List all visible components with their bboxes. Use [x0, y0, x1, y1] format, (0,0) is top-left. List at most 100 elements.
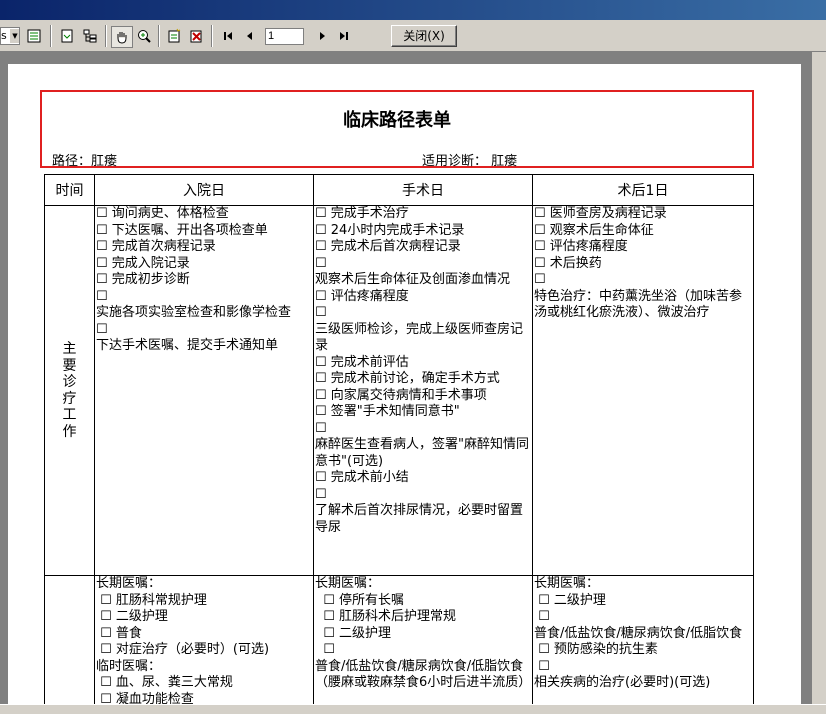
- magnifier-icon: [138, 30, 151, 43]
- checklist-item: ☐ 完成手术治疗: [315, 206, 409, 221]
- checklist-item: ☐: [315, 420, 327, 436]
- report-page: 临床路径表单 路径：肛瘘 适用诊断： 肛瘘 时间 入院日 手术日 术后1日 主要…: [8, 64, 801, 704]
- last-page-icon: [340, 32, 348, 40]
- checklist-item: ☐ 停所有长嘱: [315, 592, 405, 608]
- checklist-item: 普食/低盐饮食/糖尿病饮食/低脂饮食（腰麻或鞍麻禁食6小时后进半流质）: [315, 658, 532, 691]
- checklist-item: ☐ 肛肠科常规护理: [96, 592, 207, 608]
- page-setup-button[interactable]: [24, 26, 44, 46]
- checklist-item: ☐: [534, 609, 550, 624]
- list-icon: [27, 29, 41, 43]
- last-page-button[interactable]: [334, 26, 354, 46]
- table-row: 主要诊疗工作 ☐ 询问病史、体格检查 ☐ 下达医嘱、开出各项检查单 ☐ 完成首次病程…: [44, 205, 754, 576]
- checklist-item: 实施各项实验室检查和影像学检查: [96, 305, 292, 320]
- checklist-item: ☐: [534, 658, 550, 674]
- first-page-button[interactable]: [218, 26, 238, 46]
- checklist-item: ☐: [315, 486, 327, 502]
- checklist-item: ☐ 完成首次病程记录: [96, 239, 216, 254]
- table-row: 长期医嘱： ☐ 肛肠科常规护理 ☐ 二级护理 ☐ 普食 ☐ 对症治疗（必要时）(…: [44, 575, 754, 705]
- toolbar-separator: [50, 25, 52, 47]
- checklist-item: ☐ 对症治疗（必要时）(可选): [96, 642, 270, 657]
- checklist-item: ☐ 完成术前小结: [315, 470, 409, 485]
- vertical-scrollbar[interactable]: [812, 52, 826, 704]
- next-page-button[interactable]: [312, 26, 332, 46]
- checklist-item: 特色治疗：中药薰洗坐浴（加味苦参汤或桃红化瘀洗液）、微波治疗: [534, 288, 743, 321]
- checklist-item: 三级医师检诊，完成上级医师查房记录: [315, 321, 524, 354]
- checklist-item: ☐ 预防感染的抗生素: [534, 642, 658, 657]
- toolbar-separator: [211, 25, 213, 47]
- delete-icon: [190, 30, 202, 43]
- page-title: 临床路径表单: [343, 110, 451, 131]
- checklist-item: ☐ 凝血功能检查: [96, 691, 194, 705]
- checklist-item: 下达手术医嘱、提交手术通知单: [96, 338, 279, 353]
- previous-page-button[interactable]: [240, 26, 260, 46]
- header-surgery-day: 手术日: [313, 174, 533, 206]
- close-button[interactable]: 关闭(X): [391, 25, 457, 47]
- checklist-item: ☐ 肛肠科术后护理常规: [315, 609, 457, 624]
- checklist-item: ☐ 二级护理: [96, 609, 168, 624]
- checklist-item: ☐ 普食: [96, 625, 142, 641]
- zoom-combo[interactable]: s ▼: [0, 27, 20, 45]
- checklist-item: ☐: [315, 305, 327, 320]
- checklist-item: ☐ 向家属交待病情和手术事项: [315, 387, 487, 403]
- checklist-item: ☐ 24小时内完成手术记录: [315, 222, 465, 238]
- checklist-item: ☐ 完成术后首次病程记录: [315, 239, 461, 254]
- checklist-item: ☐: [315, 642, 335, 657]
- checklist-item: 观察术后生命体征及创面渗血情况: [315, 272, 511, 287]
- checklist-item: ☐ 询问病史、体格检查: [96, 206, 229, 221]
- checklist-item: ☐ 完成术前评估: [315, 354, 409, 370]
- first-page-icon: [224, 32, 232, 40]
- cell-postop-orders: 长期医嘱： ☐ 二级护理 ☐ 普食/低盐饮食/糖尿病饮食/低脂饮食 ☐ 预防感染的…: [532, 575, 754, 704]
- group-tree-button[interactable]: [80, 26, 100, 46]
- report-viewer: 临床路径表单 路径：肛瘘 适用诊断： 肛瘘 时间 入院日 手术日 术后1日 主要…: [0, 52, 812, 704]
- checklist-item: 普食/低盐饮食/糖尿病饮食/低脂饮食: [534, 625, 743, 641]
- zoom-button[interactable]: [134, 26, 154, 46]
- checklist-item: ☐: [315, 255, 327, 271]
- checklist-item: 长期医嘱：: [315, 576, 381, 591]
- cell-admission-treatment: ☐ 询问病史、体格检查 ☐ 下达医嘱、开出各项检查单 ☐ 完成首次病程记录 ☐ 完成入…: [94, 205, 314, 576]
- zoom-combo-value: s: [1, 29, 7, 42]
- new-document-icon: [168, 28, 181, 43]
- checklist-item: ☐: [96, 321, 108, 337]
- path-label: 路径：肛瘘: [52, 154, 118, 169]
- checklist-item: ☐ 评估疼痛程度: [534, 239, 628, 254]
- checklist-item: ☐ 二级护理: [534, 592, 606, 608]
- row-header-orders: [44, 575, 95, 704]
- chevron-down-icon[interactable]: ▼: [9, 29, 19, 43]
- toolbar-separator: [105, 25, 107, 47]
- checklist-item: 麻醉医生查看病人，签署"麻醉知情同意书"(可选): [315, 437, 529, 469]
- checklist-item: 临时医嘱：: [96, 658, 162, 674]
- new-report-button[interactable]: [164, 26, 184, 46]
- cell-surgery-treatment: ☐ 完成手术治疗 ☐ 24小时内完成手术记录 ☐ 完成术后首次病程记录 ☐ 观察术后生命…: [313, 205, 533, 576]
- checklist-item: 长期医嘱：: [96, 576, 162, 591]
- checklist-item: 长期医嘱：: [534, 576, 600, 591]
- checklist-item: ☐ 二级护理: [315, 625, 392, 641]
- header-admission-day: 入院日: [94, 174, 314, 206]
- checklist-item: ☐ 观察术后生命体征: [534, 222, 654, 238]
- cell-surgery-orders: 长期医嘱： ☐ 停所有长嘱 ☐ 肛肠科术后护理常规 ☐ 二级护理 ☐ 普食/低盐饮…: [313, 575, 533, 704]
- cell-postop-treatment: ☐ 医师查房及病程记录 ☐ 观察术后生命体征 ☐ 评估疼痛程度 ☐ 术后换药 ☐ 特色治疗…: [532, 205, 754, 576]
- next-page-icon: [320, 32, 325, 40]
- checklist-item: ☐ 医师查房及病程记录: [534, 206, 667, 221]
- tree-icon: [83, 29, 97, 43]
- export-button[interactable]: [57, 26, 77, 46]
- pan-hand-button[interactable]: [111, 26, 133, 48]
- checklist-item: ☐: [96, 288, 108, 304]
- header-time: 时间: [44, 174, 95, 206]
- checklist-item: ☐ 评估疼痛程度: [315, 288, 409, 304]
- page-number-input[interactable]: 1: [265, 28, 304, 45]
- table-header-row: 时间 入院日 手术日 术后1日: [44, 174, 754, 206]
- checklist-item: ☐ 签署"手术知情同意书": [315, 404, 460, 419]
- previous-page-icon: [247, 32, 252, 40]
- checklist-item: ☐ 下达医嘱、开出各项检查单: [96, 222, 268, 238]
- toolbar-separator: [158, 25, 160, 47]
- checklist-item: 相关疾病的治疗(必要时)(可选): [534, 675, 711, 690]
- diagnosis-label: 适用诊断： 肛瘘: [422, 154, 518, 169]
- checklist-item: ☐ 完成入院记录: [96, 255, 190, 271]
- report-header-selection[interactable]: 临床路径表单 路径：肛瘘 适用诊断： 肛瘘: [40, 90, 754, 169]
- checklist-item: ☐ 完成初步诊断: [96, 272, 190, 287]
- delete-report-button[interactable]: [186, 26, 206, 46]
- checklist-item: ☐ 血、尿、粪三大常规: [96, 675, 233, 690]
- window-title-bar: [0, 0, 826, 20]
- header-postop-day1: 术后1日: [532, 174, 754, 206]
- checklist-item: ☐ 术后换药: [534, 255, 602, 271]
